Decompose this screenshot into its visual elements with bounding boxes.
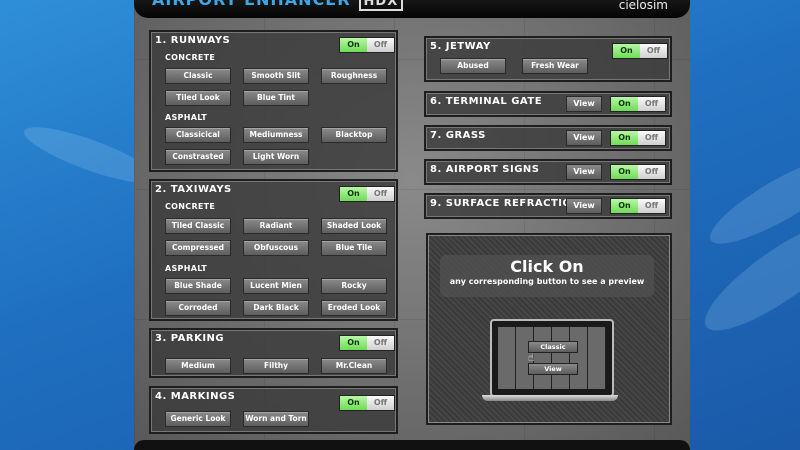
jetway-on-button[interactable]: On <box>613 44 640 58</box>
parking-panel: 3. PARKING On Off Medium Filthy Mr.Clean <box>149 328 398 378</box>
taxiway-concrete-compressed-button[interactable]: Compressed <box>165 240 231 256</box>
runways-concrete-label: CONCRETE <box>165 53 216 62</box>
runway-asphalt-mediumness-button[interactable]: Mediumness <box>243 127 309 143</box>
grass-title: 7. GRASS <box>430 130 486 141</box>
grass-toggle[interactable]: On Off <box>610 130 666 146</box>
parking-mrclean-button[interactable]: Mr.Clean <box>321 358 387 374</box>
airport-signs-on-button[interactable]: On <box>611 165 638 179</box>
markings-generic-look-button[interactable]: Generic Look <box>165 411 231 427</box>
preview-instructions: Click On any corresponding button to see… <box>440 255 654 297</box>
markings-toggle[interactable]: On Off <box>339 395 395 411</box>
taxiway-concrete-radiant-button[interactable]: Radiant <box>243 218 309 234</box>
taxiway-concrete-blue-tile-button[interactable]: Blue Tile <box>321 240 387 256</box>
jetway-toggle[interactable]: On Off <box>612 43 668 59</box>
laptop-screen: Classic ☝ View <box>498 327 606 389</box>
taxiway-asphalt-rocky-button[interactable]: Rocky <box>321 278 387 294</box>
grass-on-button[interactable]: On <box>611 131 638 145</box>
terminal-gate-toggle[interactable]: On Off <box>610 96 666 112</box>
runway-asphalt-blacktop-button[interactable]: Blacktop <box>321 127 387 143</box>
jetway-off-button[interactable]: Off <box>640 44 667 58</box>
jetway-panel: 5. JETWAY On Off Abused Fresh Wear <box>424 36 672 82</box>
surface-refraction-view-button[interactable]: View <box>566 198 602 214</box>
jetway-fresh-wear-button[interactable]: Fresh Wear <box>522 58 588 74</box>
parking-off-button[interactable]: Off <box>367 336 394 350</box>
hdx-badge: HDX <box>358 0 404 11</box>
app-title: AIRPORT ENHANCERHDX <box>152 0 404 11</box>
runways-toggle[interactable]: On Off <box>339 37 395 53</box>
runways-panel: 1. RUNWAYS On Off CONCRETE Classic Smoot… <box>149 30 398 172</box>
demo-view-button: View <box>528 363 578 375</box>
airport-signs-toggle[interactable]: On Off <box>610 164 666 180</box>
taxiway-asphalt-dark-black-button[interactable]: Dark Black <box>243 300 309 316</box>
markings-worn-and-torn-button[interactable]: Worn and Torn <box>243 411 309 427</box>
terminal-gate-panel: 6. TERMINAL GATE View On Off <box>424 91 672 117</box>
markings-title: 4. MARKINGS <box>155 391 236 402</box>
demo-classic-button: Classic <box>528 341 578 353</box>
airport-signs-title: 8. AIRPORT SIGNS <box>430 164 540 175</box>
taxiways-on-button[interactable]: On <box>340 187 367 201</box>
taxiway-concrete-tiled-classic-button[interactable]: Tiled Classic <box>165 218 231 234</box>
taxiway-asphalt-corroded-button[interactable]: Corroded <box>165 300 231 316</box>
grass-off-button[interactable]: Off <box>638 131 665 145</box>
surface-refraction-on-button[interactable]: On <box>611 199 638 213</box>
markings-off-button[interactable]: Off <box>367 396 394 410</box>
grass-panel: 7. GRASS View On Off <box>424 125 672 151</box>
parking-medium-button[interactable]: Medium <box>165 358 231 374</box>
runways-off-button[interactable]: Off <box>367 38 394 52</box>
title-bar: AIRPORT ENHANCERHDX cielosim <box>134 0 690 18</box>
airport-signs-panel: 8. AIRPORT SIGNS View On Off <box>424 159 672 185</box>
parking-filthy-button[interactable]: Filthy <box>243 358 309 374</box>
taxiway-asphalt-blue-shade-button[interactable]: Blue Shade <box>165 278 231 294</box>
taxiways-asphalt-label: ASPHALT <box>165 264 208 273</box>
runway-asphalt-light-worn-button[interactable]: Light Worn <box>243 149 309 165</box>
parking-on-button[interactable]: On <box>340 336 367 350</box>
runway-concrete-roughness-button[interactable]: Roughness <box>321 68 387 84</box>
runway-asphalt-classicical-button[interactable]: Classicical <box>165 127 231 143</box>
taxiway-concrete-obfuscous-button[interactable]: Obfuscous <box>243 240 309 256</box>
surface-refraction-title: 9. SURFACE REFRACTION <box>430 198 581 209</box>
preview-panel: Click On any corresponding button to see… <box>426 233 672 425</box>
runway-concrete-classic-button[interactable]: Classic <box>165 68 231 84</box>
laptop-illustration: Classic ☝ View <box>490 319 614 397</box>
runways-on-button[interactable]: On <box>340 38 367 52</box>
preview-subheading: any corresponding button to see a previe… <box>449 277 645 286</box>
surface-refraction-panel: 9. SURFACE REFRACTION View On Off <box>424 193 672 219</box>
runway-concrete-blue-tint-button[interactable]: Blue Tint <box>243 90 309 106</box>
brand-logo: cielosim <box>618 0 668 12</box>
taxiway-concrete-shaded-look-button[interactable]: Shaded Look <box>321 218 387 234</box>
runway-concrete-smooth-slit-button[interactable]: Smooth Slit <box>243 68 309 84</box>
airport-signs-off-button[interactable]: Off <box>638 165 665 179</box>
terminal-gate-off-button[interactable]: Off <box>638 97 665 111</box>
jetway-abused-button[interactable]: Abused <box>440 58 506 74</box>
parking-title: 3. PARKING <box>155 333 225 344</box>
parking-toggle[interactable]: On Off <box>339 335 395 351</box>
runway-asphalt-constrasted-button[interactable]: Constrasted <box>165 149 231 165</box>
taxiway-asphalt-lucent-mien-button[interactable]: Lucent Mien <box>243 278 309 294</box>
laptop-base <box>482 395 618 401</box>
surface-refraction-off-button[interactable]: Off <box>638 199 665 213</box>
taxiway-asphalt-eroded-look-button[interactable]: Eroded Look <box>321 300 387 316</box>
terminal-gate-view-button[interactable]: View <box>566 96 602 112</box>
runways-title: 1. RUNWAYS <box>155 35 231 46</box>
app-window: AIRPORT ENHANCERHDX cielosim 1. RUNWAYS … <box>134 0 690 450</box>
taxiways-panel: 2. TAXIWAYS On Off CONCRETE Tiled Classi… <box>149 179 398 321</box>
taxiways-off-button[interactable]: Off <box>367 187 394 201</box>
preview-heading: Click On <box>510 257 584 276</box>
jetway-title: 5. JETWAY <box>430 41 491 52</box>
taxiways-concrete-label: CONCRETE <box>165 202 216 211</box>
runway-concrete-tiled-look-button[interactable]: Tiled Look <box>165 90 231 106</box>
terminal-gate-on-button[interactable]: On <box>611 97 638 111</box>
markings-on-button[interactable]: On <box>340 396 367 410</box>
terminal-gate-title: 6. TERMINAL GATE <box>430 96 543 107</box>
runways-asphalt-label: ASPHALT <box>165 113 208 122</box>
markings-panel: 4. MARKINGS On Off Generic Look Worn and… <box>149 386 398 434</box>
surface-refraction-toggle[interactable]: On Off <box>610 198 666 214</box>
airport-signs-view-button[interactable]: View <box>566 164 602 180</box>
grass-view-button[interactable]: View <box>566 130 602 146</box>
bottom-bar <box>134 440 690 450</box>
taxiways-title: 2. TAXIWAYS <box>155 184 232 195</box>
taxiways-toggle[interactable]: On Off <box>339 186 395 202</box>
